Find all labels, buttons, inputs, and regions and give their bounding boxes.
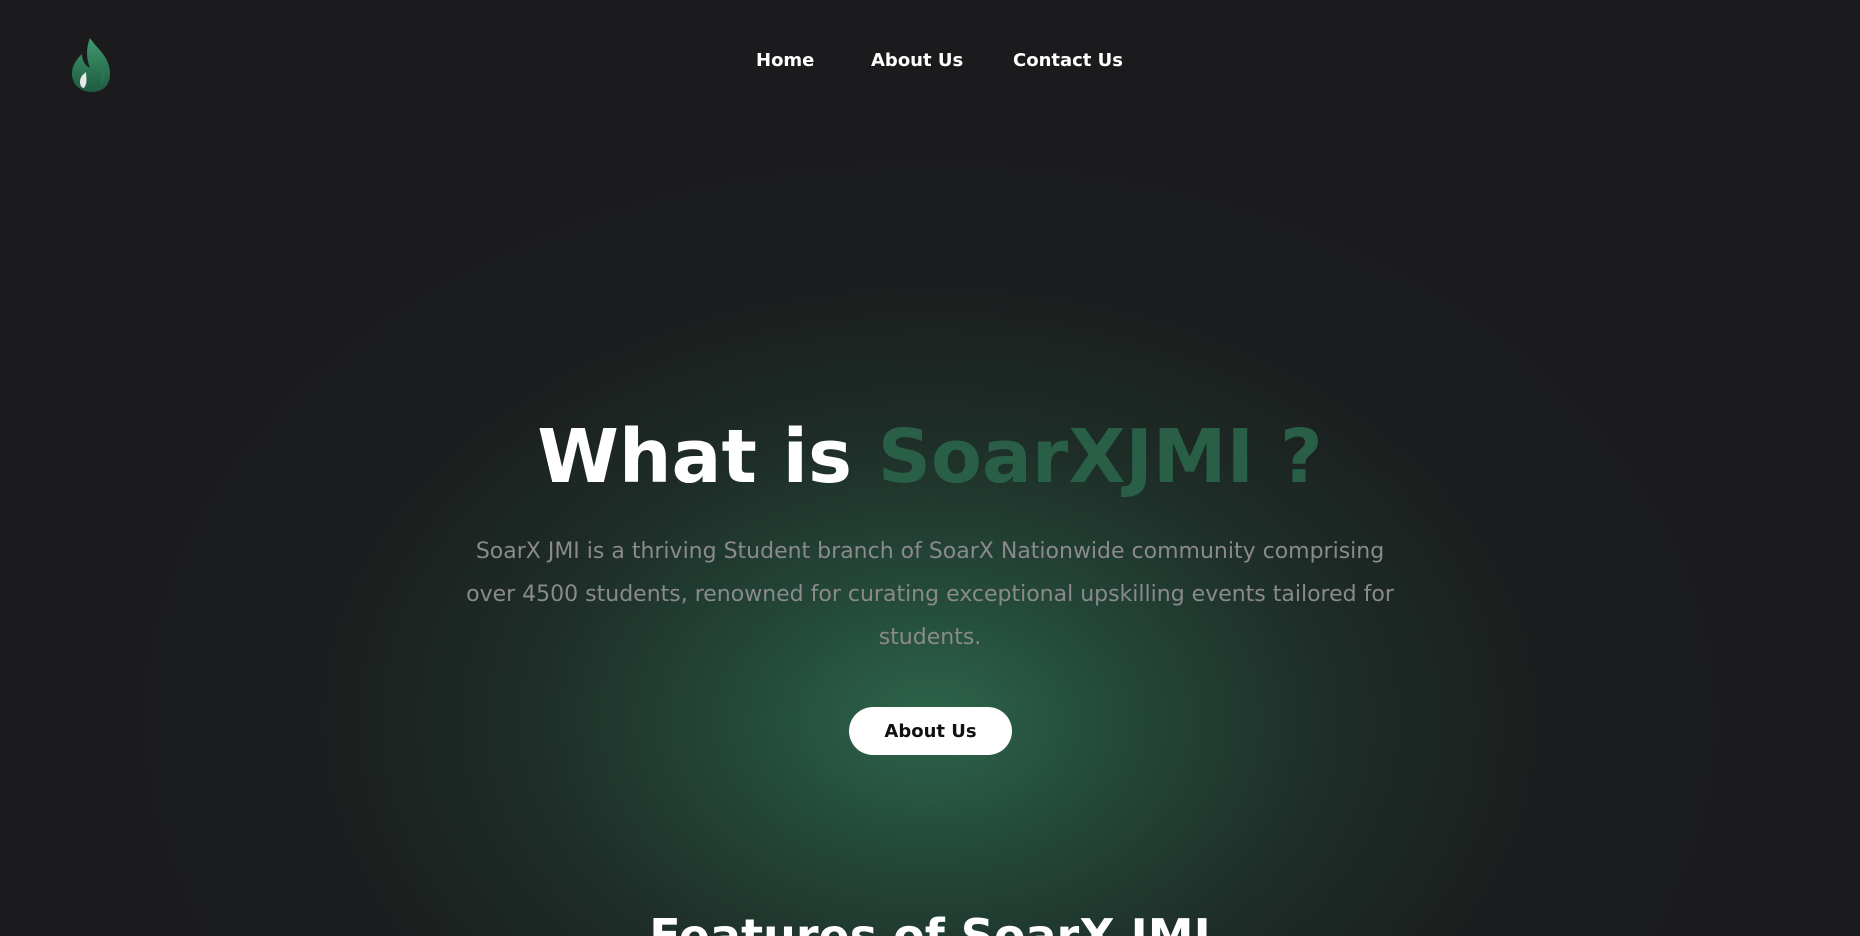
- features-heading: Features of SoarX JMI: [649, 909, 1211, 936]
- hero-description: SoarX JMI is a thriving Student branch o…: [466, 539, 1394, 650]
- page: Home About Us Contact Us What is SoarXJM…: [0, 0, 1860, 936]
- nav-contact-link[interactable]: Contact Us: [1013, 50, 1123, 71]
- hero-title: What is SoarXJMI ?: [0, 412, 1860, 502]
- about-us-button[interactable]: About Us: [849, 707, 1012, 755]
- hero-title-accent: SoarXJMI ?: [877, 414, 1323, 500]
- hero-title-plain: What is: [537, 414, 852, 500]
- nav-about-link[interactable]: About Us: [871, 50, 963, 71]
- top-nav: Home About Us Contact Us: [0, 50, 1860, 76]
- nav-home-link[interactable]: Home: [756, 50, 814, 71]
